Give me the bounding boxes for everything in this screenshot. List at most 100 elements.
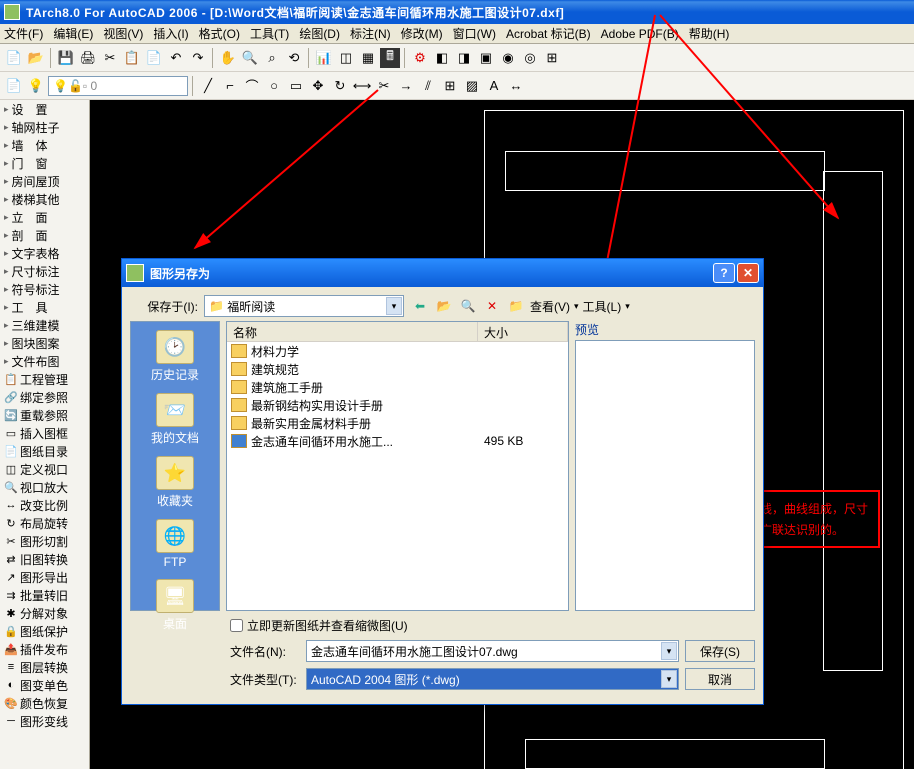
arc-icon[interactable]: ⌒	[242, 76, 262, 96]
search-icon[interactable]: 🔍	[458, 296, 478, 316]
sidebar-item[interactable]: ◫定义视口	[0, 460, 89, 478]
menu-item[interactable]: 视图(V)	[103, 25, 143, 42]
newfolder-icon[interactable]: 📁	[506, 296, 526, 316]
tool-d-icon[interactable]: ▣	[476, 48, 496, 68]
sidebar-item[interactable]: 立 面	[0, 208, 89, 226]
copy-icon[interactable]: 📋	[122, 48, 142, 68]
new-icon[interactable]: 📄	[4, 48, 24, 68]
col-size[interactable]: 大小	[478, 322, 568, 341]
menu-item[interactable]: Acrobat 标记(B)	[506, 25, 591, 42]
sidebar-item[interactable]: 剖 面	[0, 226, 89, 244]
sidebar-item[interactable]: 🔒图纸保护	[0, 622, 89, 640]
print-icon[interactable]: 🖨	[78, 48, 98, 68]
menu-item[interactable]: 修改(M)	[401, 25, 443, 42]
menu-item[interactable]: 帮助(H)	[689, 25, 730, 42]
zoom-icon[interactable]: 🔍	[240, 48, 260, 68]
sidebar-item[interactable]: 🎨颜色恢复	[0, 694, 89, 712]
place-item[interactable]: 🕑历史记录	[151, 330, 199, 383]
table-icon[interactable]: ▦	[358, 48, 378, 68]
extend-icon[interactable]: →	[396, 76, 416, 96]
sidebar-item[interactable]: 📋工程管理	[0, 370, 89, 388]
tool-f-icon[interactable]: ◎	[520, 48, 540, 68]
tool-c-icon[interactable]: ◨	[454, 48, 474, 68]
file-row[interactable]: 建筑规范	[227, 360, 568, 378]
sidebar-item[interactable]: 文件布图	[0, 352, 89, 370]
sidebar-item[interactable]: 尺寸标注	[0, 262, 89, 280]
cut-icon[interactable]: ✂	[100, 48, 120, 68]
menu-item[interactable]: 编辑(E)	[53, 25, 93, 42]
filename-field[interactable]: 金志通车间循环用水施工图设计07.dwg ▾	[306, 640, 679, 662]
sidebar-item[interactable]: ↔改变比例	[0, 496, 89, 514]
sidebar-item[interactable]: 📤插件发布	[0, 640, 89, 658]
props-icon[interactable]: 📊	[314, 48, 334, 68]
zoom-prev-icon[interactable]: ⟲	[284, 48, 304, 68]
close-button[interactable]: ✕	[737, 263, 759, 283]
chevron-down-icon[interactable]: ▾	[386, 297, 402, 315]
sidebar-item[interactable]: ▭插入图框	[0, 424, 89, 442]
circle-icon[interactable]: ○	[264, 76, 284, 96]
tool-g-icon[interactable]: ⊞	[542, 48, 562, 68]
menu-item[interactable]: 文件(F)	[4, 25, 43, 42]
save-button[interactable]: 保存(S)	[685, 640, 755, 662]
array-icon[interactable]: ⊞	[440, 76, 460, 96]
view-menu[interactable]: 查看(V)	[530, 298, 570, 315]
sidebar-item[interactable]: 楼梯其他	[0, 190, 89, 208]
tool-b-icon[interactable]: ◧	[432, 48, 452, 68]
sidebar-item[interactable]: 🔄重载参照	[0, 406, 89, 424]
file-row[interactable]: 最新实用金属材料手册	[227, 414, 568, 432]
dim-icon[interactable]: ↔	[506, 76, 526, 96]
mirror-icon[interactable]: ⟷	[352, 76, 372, 96]
sidebar-item[interactable]: ✱分解对象	[0, 604, 89, 622]
text-icon[interactable]: A	[484, 76, 504, 96]
sidebar-item[interactable]: ─图形变线	[0, 712, 89, 730]
sidebar-item[interactable]: 🔍视口放大	[0, 478, 89, 496]
menu-item[interactable]: 插入(I)	[153, 25, 188, 42]
place-item[interactable]: 📨我的文档	[151, 393, 199, 446]
tool-a-icon[interactable]: ⚙	[410, 48, 430, 68]
pan-icon[interactable]: ✋	[218, 48, 238, 68]
sidebar-item[interactable]: 设 置	[0, 100, 89, 118]
update-thumb-checkbox[interactable]	[230, 619, 243, 632]
rect-icon[interactable]: ▭	[286, 76, 306, 96]
redo-icon[interactable]: ↷	[188, 48, 208, 68]
paste-icon[interactable]: 📄	[144, 48, 164, 68]
back-icon[interactable]: ⬅	[410, 296, 430, 316]
sidebar-item[interactable]: 📄图纸目录	[0, 442, 89, 460]
sidebar-item[interactable]: ↗图形导出	[0, 568, 89, 586]
place-item[interactable]: 🌐FTP	[156, 519, 194, 569]
file-row[interactable]: 建筑施工手册	[227, 378, 568, 396]
menu-item[interactable]: 窗口(W)	[453, 25, 496, 42]
sidebar-item[interactable]: 三维建模	[0, 316, 89, 334]
menu-item[interactable]: Adobe PDF(B)	[601, 27, 679, 41]
sidebar-item[interactable]: ≡图层转换	[0, 658, 89, 676]
tool-e-icon[interactable]: ◉	[498, 48, 518, 68]
layer-combo[interactable]: 💡🔓▫ 0	[48, 76, 188, 96]
chevron-down-icon[interactable]: ▾	[661, 670, 677, 688]
line-icon[interactable]: ╱	[198, 76, 218, 96]
sidebar-item[interactable]: ✂图形切割	[0, 532, 89, 550]
new2-icon[interactable]: 📄	[4, 76, 24, 96]
sidebar-item[interactable]: 工 具	[0, 298, 89, 316]
filetype-field[interactable]: AutoCAD 2004 图形 (*.dwg) ▾	[306, 668, 679, 690]
file-row[interactable]: 最新钢结构实用设计手册	[227, 396, 568, 414]
trim-icon[interactable]: ✂	[374, 76, 394, 96]
sidebar-item[interactable]: 门 窗	[0, 154, 89, 172]
open-icon[interactable]: 📂	[26, 48, 46, 68]
col-name[interactable]: 名称	[227, 322, 478, 341]
delete-icon[interactable]: ✕	[482, 296, 502, 316]
sidebar-item[interactable]: 房间屋顶	[0, 172, 89, 190]
chevron-down-icon[interactable]: ▾	[661, 642, 677, 660]
rotate-icon[interactable]: ↻	[330, 76, 350, 96]
menu-item[interactable]: 绘图(D)	[299, 25, 340, 42]
sidebar-item[interactable]: 墙 体	[0, 136, 89, 154]
sidebar-item[interactable]: ↻布局旋转	[0, 514, 89, 532]
undo-icon[interactable]: ↶	[166, 48, 186, 68]
sidebar-item[interactable]: 图块图案	[0, 334, 89, 352]
file-row[interactable]: 金志通车间循环用水施工...495 KB	[227, 432, 568, 450]
sidebar-item[interactable]: 🔗绑定参照	[0, 388, 89, 406]
calc-icon[interactable]: 🖩	[380, 48, 400, 68]
cancel-button[interactable]: 取消	[685, 668, 755, 690]
zoom-window-icon[interactable]: ⌕	[262, 48, 282, 68]
move-icon[interactable]: ✥	[308, 76, 328, 96]
place-item[interactable]: ⭐收藏夹	[156, 456, 194, 509]
